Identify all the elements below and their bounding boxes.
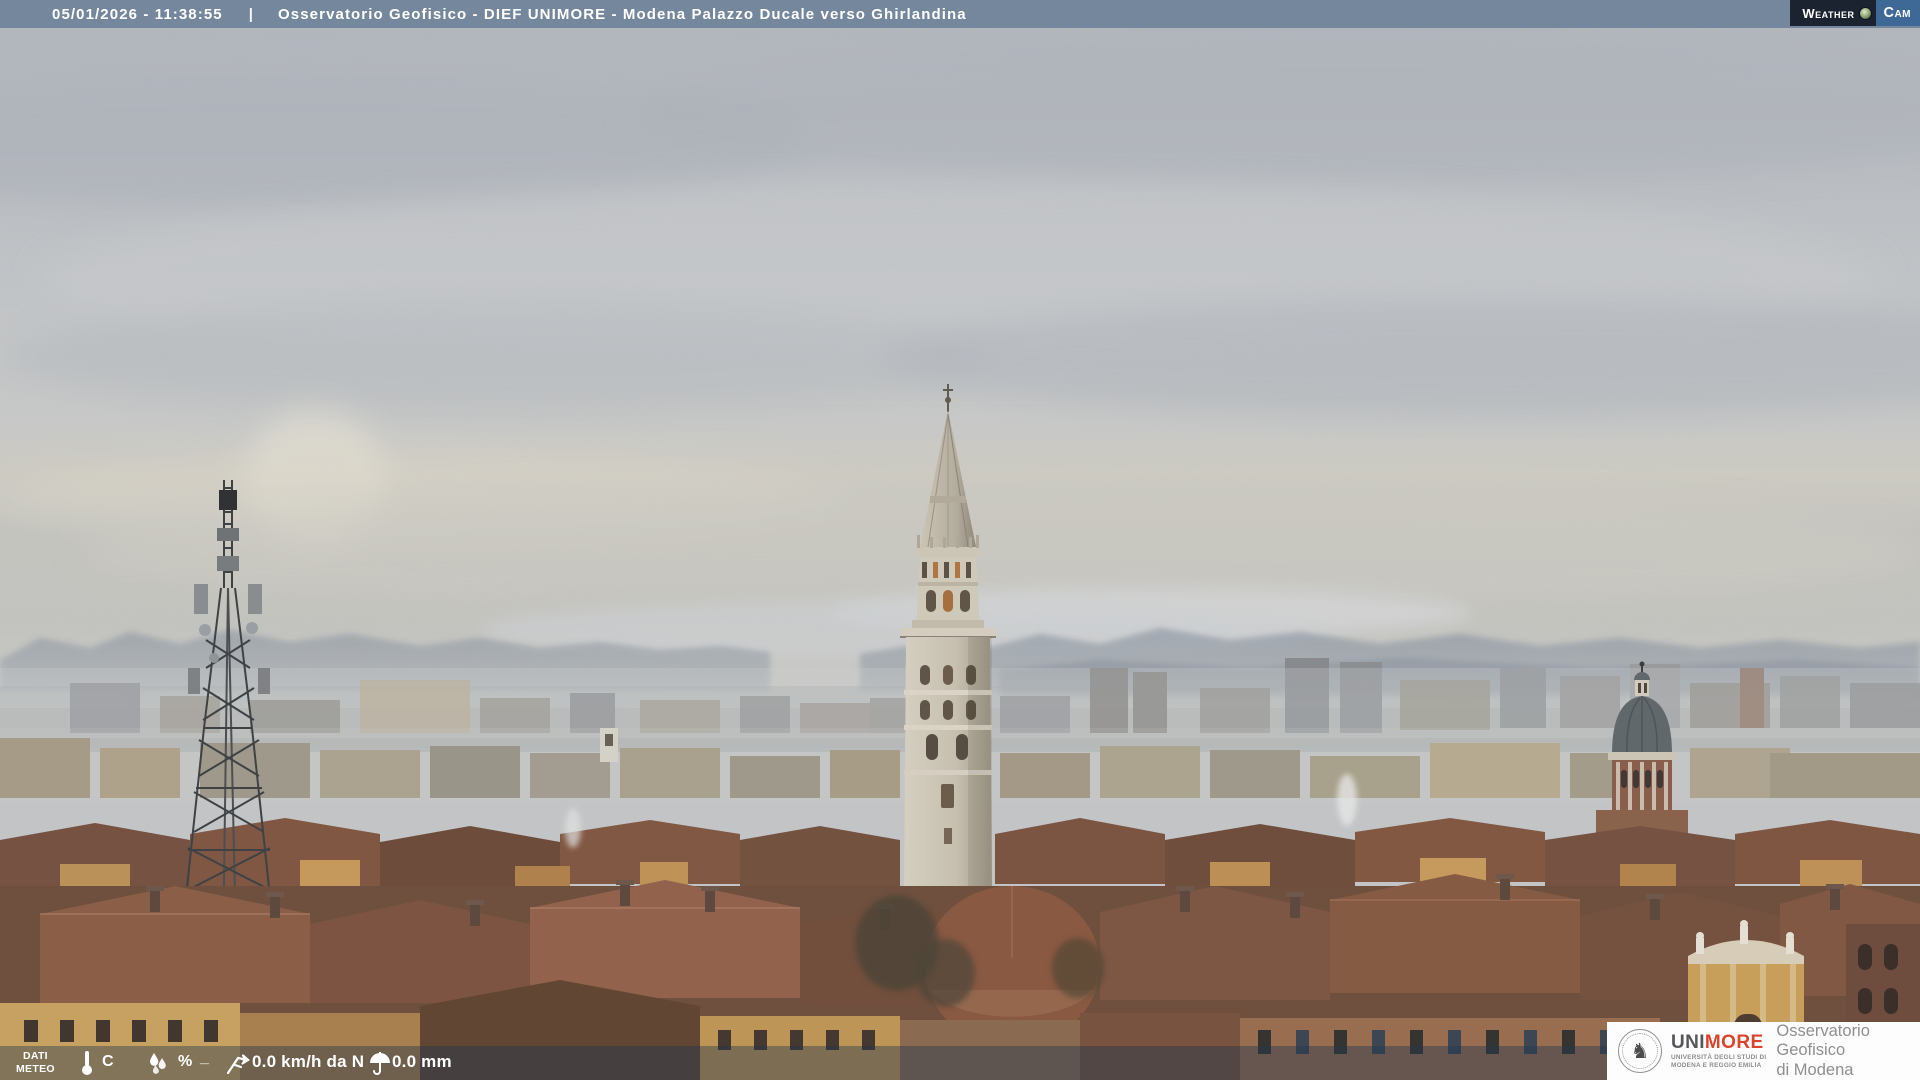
humidity-drops-icon: [150, 1053, 166, 1074]
humidity-value: _: [200, 1049, 209, 1066]
header-bar: 05/01/2026 - 11:38:55 | Osservatorio Geo…: [0, 0, 1920, 28]
unimore-acronym-gray: UNI: [1671, 1032, 1705, 1054]
weathercam-word1: Weather: [1802, 5, 1855, 21]
umbrella-icon: [370, 1052, 390, 1075]
university-name-line2: Modena e Reggio Emilia: [1671, 1061, 1762, 1069]
humidity-unit: %: [178, 1053, 193, 1070]
observatory-name: Osservatorio Geofisico di Modena: [1776, 1022, 1920, 1080]
unimore-wordmark: UNIMORE Università degli Studi di Modena…: [1671, 1033, 1766, 1069]
temperature-unit: C: [102, 1053, 114, 1070]
observatory-line2: di Modena: [1776, 1060, 1854, 1079]
wind-vane-icon: [226, 1054, 250, 1075]
webcam-image: [0, 28, 1920, 1080]
timestamp: 05/01/2026 - 11:38:55: [52, 5, 223, 23]
wind-value: 0.0 km/h da N: [252, 1052, 365, 1071]
meteo-label-line2: METEO: [16, 1063, 55, 1075]
unimore-acronym-red: MORE: [1704, 1032, 1764, 1054]
meteo-label: DATI METEO: [16, 1050, 55, 1076]
weathercam-word2: Cam: [1876, 0, 1920, 26]
weathercam-globe-icon: [1859, 6, 1873, 20]
thermometer-icon: [82, 1051, 92, 1075]
unimore-branding: ♞ UNIMORE Università degli Studi di Mode…: [1607, 1022, 1920, 1080]
precipitation-value: 0.0 mm: [392, 1052, 452, 1071]
header-separator: |: [248, 5, 255, 23]
university-name-line1: Università degli Studi di: [1671, 1054, 1767, 1062]
unimore-seal-icon: ♞: [1618, 1029, 1662, 1073]
meteo-label-line1: DATI: [22, 1050, 48, 1062]
camera-title: Osservatorio Geofisico - DIEF UNIMORE - …: [278, 5, 967, 23]
webcam-page: 05/01/2026 - 11:38:55 | Osservatorio Geo…: [0, 0, 1920, 1080]
weathercam-logo: Weather Cam: [1790, 0, 1920, 26]
observatory-line1: Osservatorio Geofisico: [1776, 1021, 1870, 1060]
